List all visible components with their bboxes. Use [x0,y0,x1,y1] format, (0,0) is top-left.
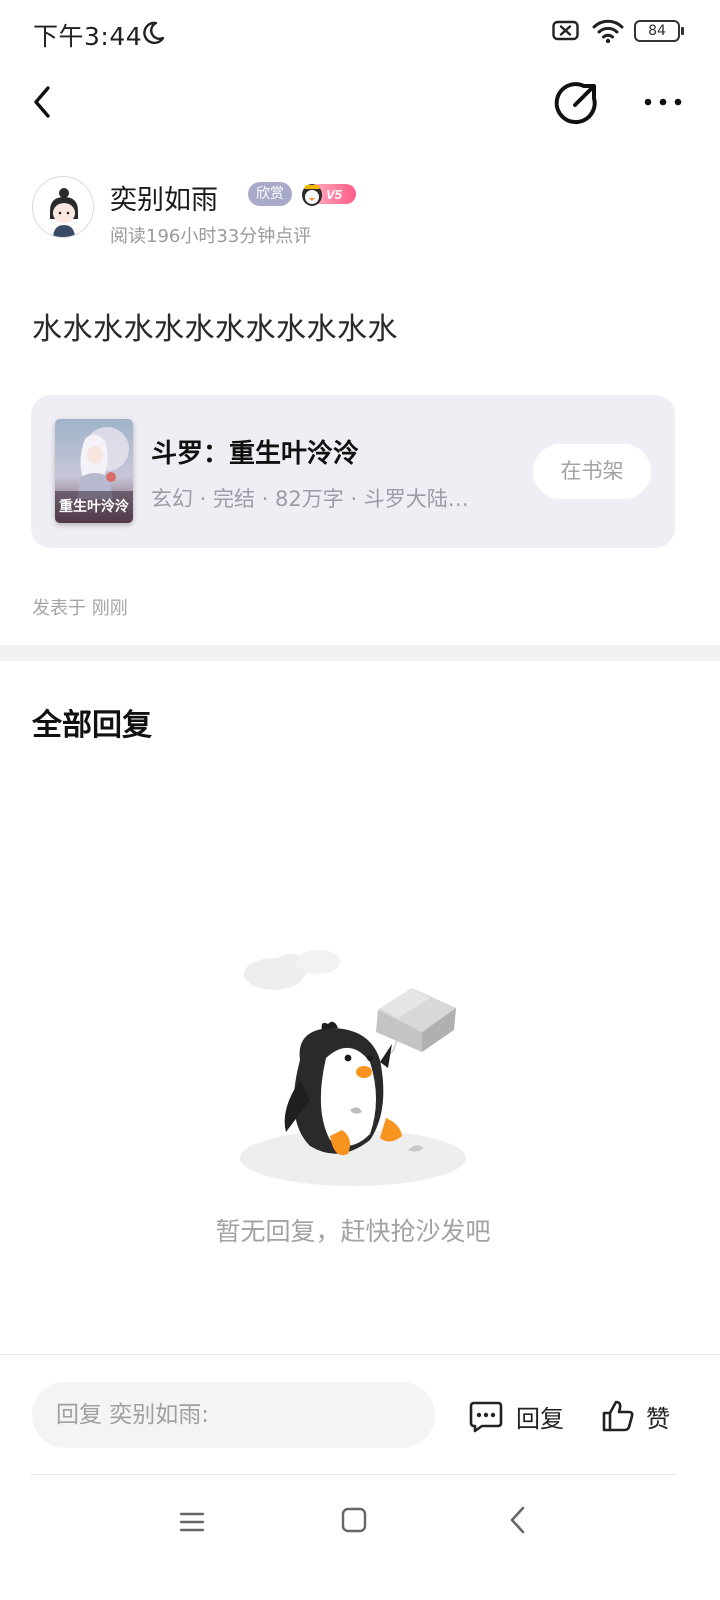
moon-icon [143,21,165,45]
reply-input[interactable] [32,1382,435,1448]
empty-replies-text: 暂无回复，赶快抢沙发吧 [215,1217,491,1246]
more-icon[interactable] [642,88,684,116]
author-reading-time: 阅读196小时33分钟点评 [110,226,312,247]
avatar-image [33,177,93,237]
like-button[interactable]: 赞 [600,1394,670,1438]
signal-icon [552,20,579,41]
thumbs-up-icon [602,1400,634,1432]
like-label: 赞 [646,1404,670,1433]
section-divider [0,645,720,661]
book-cover-title: 重生叶泠泠 [59,498,129,515]
post-time: 发表于 刚刚 [32,598,128,619]
nav-back-icon[interactable] [506,1504,530,1536]
bottom-bar-divider [0,1354,720,1355]
post-content: 水水水水水水水水水水水水 [32,312,398,347]
enjoy-badge: 欣赏 [248,182,292,206]
share-icon[interactable] [554,80,600,126]
book-meta: 玄幻 · 完结 · 82万字 · 斗罗大陆… [151,487,469,511]
vip-level: V5 [326,187,343,202]
replies-title: 全部回复 [32,708,152,743]
status-time: 下午3:44 [33,22,143,51]
book-title: 斗罗：重生叶泠泠 [151,439,360,469]
reply-label: 回复 [516,1404,564,1433]
vip-badge: V5 [302,184,356,206]
on-shelf-button[interactable]: 在书架 [533,444,651,499]
book-card[interactable]: 重生叶泠泠 斗罗：重生叶泠泠 玄幻 · 完结 · 82万字 · 斗罗大陆… 在书… [31,395,675,548]
empty-penguin-illustration [240,950,466,1186]
avatar[interactable] [32,176,94,238]
status-bar: 下午3:44 84 [0,0,720,70]
wifi-icon [592,19,624,44]
status-icons: 84 [552,18,684,44]
book-cover: 重生叶泠泠 [55,419,133,523]
nav-menu-icon[interactable] [178,1508,206,1536]
reply-button[interactable]: 回复 [468,1394,564,1438]
top-bar [0,70,720,134]
author-header: 奕别如雨 欣赏 V5 阅读196小时33分钟点评 [32,176,692,247]
nav-divider [30,1474,676,1475]
battery-icon: 84 [634,20,684,42]
back-icon[interactable] [28,82,60,122]
nav-home-icon[interactable] [340,1506,368,1534]
author-name[interactable]: 奕别如雨 [110,178,218,217]
comment-icon [469,1401,503,1433]
system-nav-bar [0,1490,720,1560]
